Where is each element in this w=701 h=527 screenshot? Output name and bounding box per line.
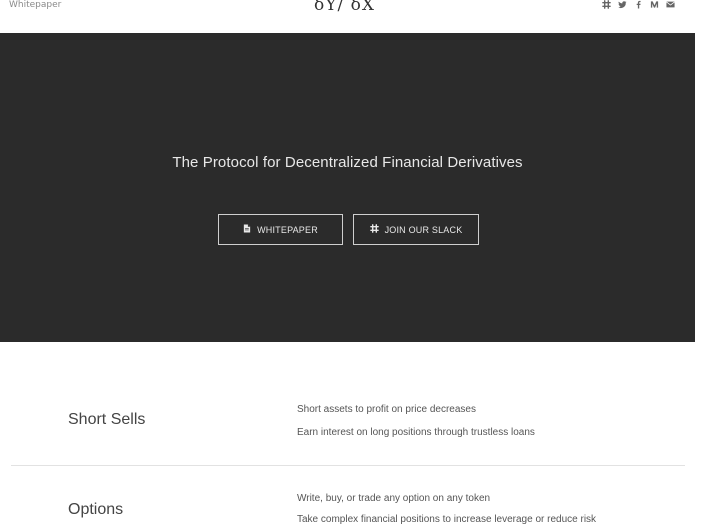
twitter-icon[interactable] [618,0,627,9]
email-icon[interactable] [666,0,675,9]
slack-icon[interactable] [602,0,611,9]
feature-title: Options [68,501,124,518]
nav-link-whitepaper[interactable]: Whitepaper [9,0,61,10]
join-slack-button-label: JOIN OUR SLACK [384,224,463,235]
medium-icon[interactable] [650,0,659,9]
feature-description: Short assets to profit on price decrease… [297,404,476,415]
site-logo[interactable]: δY/ δX [314,0,375,15]
document-icon [243,224,251,235]
whitepaper-button[interactable]: WHITEPAPER [218,214,343,245]
top-bar: Whitepaper δY/ δX [0,0,701,33]
feature-title: Short Sells [68,411,146,428]
feature-description: Earn interest on long positions through … [297,427,535,438]
whitepaper-button-label: WHITEPAPER [257,224,318,235]
join-slack-button[interactable]: JOIN OUR SLACK [353,214,479,245]
divider [11,465,685,466]
slack-icon [369,224,379,235]
social-links [602,0,675,9]
feature-description: Take complex financial positions to incr… [297,514,597,525]
hero-section: The Protocol for Decentralized Financial… [0,33,695,342]
feature-description: Write, buy, or trade any option on any t… [297,493,491,504]
facebook-icon[interactable] [634,0,643,9]
hero-title: The Protocol for Decentralized Financial… [172,154,523,171]
